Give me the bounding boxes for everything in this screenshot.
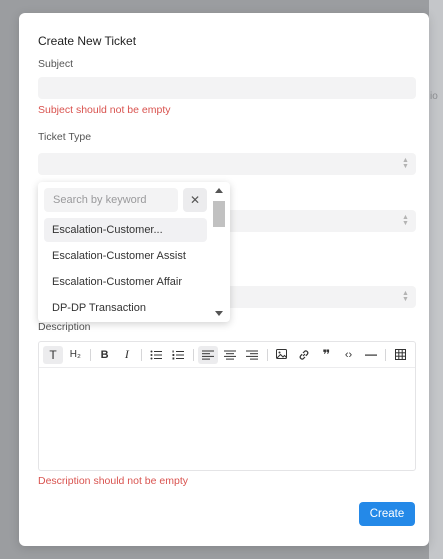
select-arrows-icon: ▲ ▼ (402, 157, 409, 170)
dropdown-option[interactable]: Escalation-Customer Assist (44, 244, 207, 268)
create-button[interactable]: Create (359, 502, 415, 526)
align-left-button[interactable] (197, 345, 218, 364)
toolbar-divider (266, 348, 268, 361)
align-right-icon (246, 350, 259, 360)
dropdown-option[interactable]: Escalation-Customer... (44, 218, 207, 242)
code-button[interactable]: ‹› (339, 346, 359, 364)
ordered-list-icon (172, 350, 185, 359)
dropdown-scrollbar[interactable] (213, 186, 225, 318)
insert-table-button[interactable] (390, 346, 410, 364)
bold-icon: B (100, 348, 109, 361)
ticket-type-label: Ticket Type (38, 131, 92, 143)
code-icon: ‹› (344, 348, 353, 361)
clear-search-button[interactable]: ✕ (183, 188, 207, 212)
heading-button[interactable]: H₂ (65, 346, 85, 364)
italic-icon: I (124, 347, 129, 361)
backdrop-peek-text: io (430, 91, 438, 102)
blockquote-button[interactable]: ❞ (316, 346, 336, 364)
description-error: Description should not be empty (38, 475, 188, 487)
select-arrows-icon: ▲ ▼ (402, 214, 409, 227)
dropdown-search-input[interactable] (44, 188, 178, 212)
description-editor[interactable]: T H₂ B I ❞ ‹› (38, 341, 416, 471)
quote-icon: ❞ (322, 346, 331, 362)
align-right-button[interactable] (242, 346, 262, 364)
paragraph-icon: T (49, 347, 57, 362)
image-icon (275, 349, 287, 359)
toolbar-divider (192, 348, 194, 361)
align-left-icon (201, 350, 214, 360)
ordered-list-button[interactable] (168, 346, 188, 364)
modal-title: Create New Ticket (38, 34, 137, 48)
table-icon (394, 349, 406, 360)
align-center-icon (224, 350, 237, 360)
subject-error: Subject should not be empty (38, 104, 171, 116)
editor-toolbar: T H₂ B I ❞ ‹› (39, 342, 415, 368)
horizontal-rule-icon (364, 354, 377, 356)
italic-button[interactable]: I (117, 346, 137, 364)
dropdown-option[interactable]: DP-DP Transaction (44, 296, 207, 320)
scrollbar-thumb[interactable] (213, 201, 225, 227)
bold-button[interactable]: B (95, 346, 115, 364)
scroll-down-icon[interactable] (215, 311, 223, 316)
dropdown-option[interactable]: Escalation-Customer Affair (44, 270, 207, 294)
horizontal-rule-button[interactable] (361, 346, 381, 364)
subject-label: Subject (38, 58, 74, 70)
ticket-type-dropdown: ✕ Escalation-Customer... Escalation-Cust… (38, 182, 230, 322)
align-center-button[interactable] (220, 346, 240, 364)
ticket-type-select[interactable]: ▲ ▼ (38, 153, 416, 175)
subject-input[interactable] (38, 77, 416, 99)
toolbar-divider (141, 348, 143, 361)
link-icon (299, 349, 309, 360)
bullet-list-button[interactable] (146, 346, 166, 364)
insert-image-button[interactable] (272, 346, 292, 364)
close-icon: ✕ (189, 193, 201, 207)
heading-icon: H₂ (69, 349, 81, 360)
bullet-list-icon (150, 350, 163, 359)
toolbar-divider (89, 348, 91, 361)
backdrop-strip (429, 0, 443, 559)
toolbar-divider (385, 348, 387, 361)
insert-link-button[interactable] (294, 346, 314, 364)
scroll-up-icon[interactable] (215, 188, 223, 193)
description-label: Description (38, 321, 91, 333)
paragraph-button[interactable]: T (43, 345, 63, 364)
select-arrows-icon: ▲ ▼ (402, 290, 409, 303)
